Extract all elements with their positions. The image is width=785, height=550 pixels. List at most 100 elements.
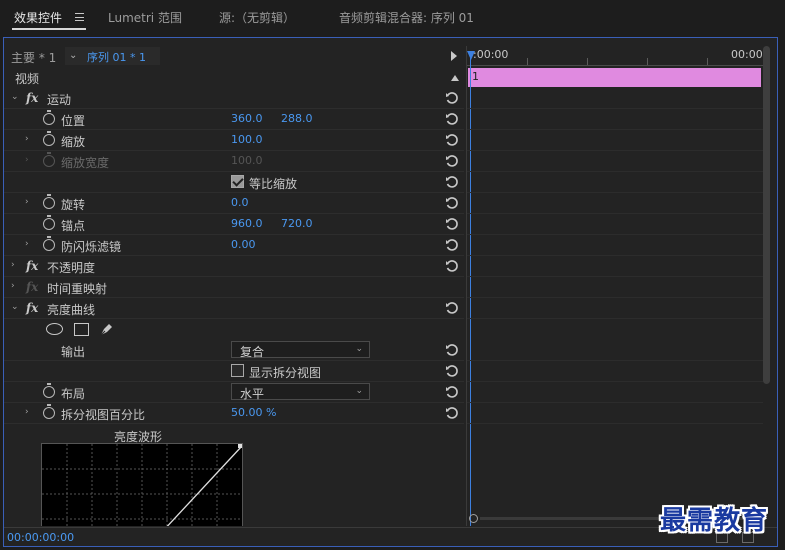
property-row-scale[interactable]: › 缩放 100.0	[4, 130, 464, 151]
property-row-split-percent[interactable]: › 拆分视图百分比 50.00 %	[4, 403, 464, 424]
tab-audio-clip-mixer[interactable]: 音频剪辑混合器: 序列 01	[339, 9, 474, 26]
master-clip-label[interactable]: 主要 * 1	[11, 49, 56, 66]
property-label: 锚点	[61, 219, 86, 233]
expand-chevron-icon[interactable]: ›	[25, 134, 29, 144]
stopwatch-icon[interactable]	[43, 236, 55, 251]
effect-row-motion[interactable]: ⌄ fx 运动	[4, 88, 464, 109]
reset-icon[interactable]	[445, 364, 459, 378]
reset-icon[interactable]	[445, 406, 459, 420]
chevron-down-icon: ⌄	[69, 50, 78, 61]
property-label: 布局	[61, 387, 86, 401]
reset-icon[interactable]	[445, 196, 459, 210]
property-label: 等比缩放	[249, 177, 298, 191]
section-video-label: 视频	[15, 72, 40, 86]
property-row-anti-flicker[interactable]: › 防闪烁滤镜 0.00	[4, 235, 464, 256]
reset-icon[interactable]	[445, 385, 459, 399]
expand-chevron-icon[interactable]: ›	[25, 239, 29, 249]
playhead-icon[interactable]	[467, 51, 475, 60]
fx-toggle-icon[interactable]: fx	[26, 91, 38, 105]
reset-icon[interactable]	[445, 217, 459, 231]
position-y-value[interactable]: 288.0	[281, 112, 313, 125]
expand-chevron-icon[interactable]: ›	[25, 407, 29, 417]
current-timecode[interactable]: 00:00:00:00	[7, 531, 74, 544]
layout-dropdown[interactable]: 水平 ⌄	[231, 383, 370, 401]
fx-toggle-icon[interactable]: fx	[26, 259, 38, 273]
stopwatch-icon[interactable]	[43, 383, 55, 398]
fx-toggle-icon[interactable]: fx	[26, 301, 38, 315]
property-row-anchor[interactable]: 锚点 960.0 720.0	[4, 214, 464, 235]
effect-row-opacity[interactable]: › fx 不透明度	[4, 256, 464, 277]
curve-line	[166, 445, 243, 526]
time-ruler[interactable]: :00:00 00:00	[467, 46, 763, 66]
position-x-value[interactable]: 360.0	[231, 112, 263, 125]
property-row-uniform-scale[interactable]: 等比缩放	[4, 172, 464, 193]
property-row-layout[interactable]: 布局 水平 ⌄	[4, 382, 464, 403]
expand-chevron-icon[interactable]: ›	[11, 281, 15, 291]
reset-icon[interactable]	[445, 133, 459, 147]
sequence-clip-selector[interactable]: ⌄ 序列 01 * 1	[65, 47, 160, 65]
effect-row-time-remap[interactable]: › fx 时间重映射	[4, 277, 464, 298]
expand-chevron-icon[interactable]: ⌄	[11, 92, 19, 102]
panel-menu-icon[interactable]	[75, 13, 84, 21]
scrollbar-thumb[interactable]	[763, 46, 770, 384]
pen-mask-icon[interactable]	[99, 321, 115, 337]
dropdown-value: 复合	[240, 345, 265, 359]
expand-chevron-icon[interactable]: ›	[25, 197, 29, 207]
ellipse-mask-icon[interactable]	[46, 323, 63, 335]
property-row-rotation[interactable]: › 旋转 0.0	[4, 193, 464, 214]
tab-effect-controls[interactable]: 效果控件	[14, 9, 62, 26]
reset-icon[interactable]	[445, 301, 459, 315]
reset-icon[interactable]	[445, 343, 459, 357]
split-view-checkbox[interactable]	[231, 364, 244, 377]
tab-lumetri-scopes[interactable]: Lumetri 范围	[108, 9, 182, 26]
reset-icon[interactable]	[445, 112, 459, 126]
expand-chevron-icon[interactable]: ⌄	[11, 302, 19, 312]
expand-chevron-icon[interactable]: ›	[11, 260, 15, 270]
show-timeline-toggle-icon[interactable]	[451, 51, 457, 61]
source-bar: 主要 * 1 ⌄ 序列 01 * 1	[4, 46, 464, 66]
property-label: 缩放宽度	[61, 156, 110, 170]
ruler-start-timecode: :00:00	[473, 48, 509, 61]
rotation-value[interactable]: 0.0	[231, 196, 249, 209]
effect-name: 时间重映射	[47, 282, 108, 296]
property-row-position[interactable]: 位置 360.0 288.0	[4, 109, 464, 130]
stopwatch-icon[interactable]	[43, 110, 55, 125]
zoom-handle-icon[interactable]	[469, 514, 478, 523]
reset-icon[interactable]	[445, 238, 459, 252]
output-dropdown[interactable]: 复合 ⌄	[231, 341, 370, 359]
timeline-clip[interactable]: 1	[468, 68, 761, 87]
uniform-scale-checkbox[interactable]	[231, 175, 244, 188]
scale-value[interactable]: 100.0	[231, 133, 263, 146]
anchor-x-value[interactable]: 960.0	[231, 217, 263, 230]
stopwatch-icon[interactable]	[43, 404, 55, 419]
anchor-y-value[interactable]: 720.0	[281, 217, 313, 230]
property-row-output[interactable]: 输出 复合 ⌄	[4, 340, 464, 361]
luma-curve-graph[interactable]	[41, 443, 243, 526]
curve-endpoint	[238, 444, 242, 448]
expand-chevron-icon: ›	[25, 155, 29, 165]
stopwatch-icon	[43, 152, 55, 167]
reset-icon[interactable]	[445, 154, 459, 168]
clip-label: 1	[472, 70, 479, 83]
fx-toggle-icon: fx	[26, 280, 39, 294]
reset-icon[interactable]	[445, 91, 459, 105]
anti-flicker-value[interactable]: 0.00	[231, 238, 256, 251]
effect-row-luma-curve[interactable]: ⌄ fx 亮度曲线	[4, 298, 464, 319]
effect-timeline[interactable]: :00:00 00:00 1	[466, 46, 763, 526]
property-label: 拆分视图百分比	[61, 408, 146, 422]
property-label: 防闪烁滤镜	[61, 240, 122, 254]
property-label: 旋转	[61, 198, 86, 212]
property-row-split-view[interactable]: 显示拆分视图	[4, 361, 464, 382]
vertical-scrollbar[interactable]	[762, 46, 771, 386]
reset-icon[interactable]	[445, 175, 459, 189]
rectangle-mask-icon[interactable]	[74, 323, 89, 336]
stopwatch-icon[interactable]	[43, 215, 55, 230]
reset-icon[interactable]	[445, 259, 459, 273]
tab-source[interactable]: 源:（无剪辑）	[219, 9, 295, 26]
section-header-video: 视频	[4, 67, 464, 88]
split-percent-value[interactable]: 50.00 %	[231, 406, 276, 419]
stopwatch-icon[interactable]	[43, 131, 55, 146]
property-row-scale-width: › 缩放宽度 100.0	[4, 151, 464, 172]
collapse-up-icon[interactable]	[451, 75, 459, 81]
stopwatch-icon[interactable]	[43, 194, 55, 209]
